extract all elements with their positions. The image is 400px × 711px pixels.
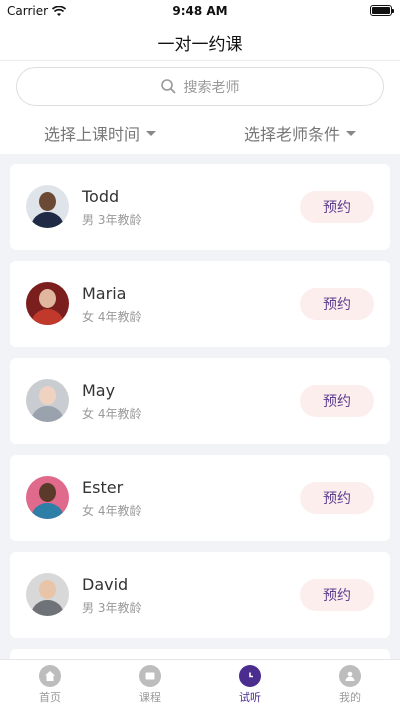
teacher-filter-dropdown[interactable]: 选择老师条件 xyxy=(244,121,357,145)
time-filter-label: 选择上课时间 xyxy=(44,125,141,144)
tab-mine[interactable]: 我的 xyxy=(300,660,400,711)
teacher-card[interactable]: Todd 男 3年教龄 预约 xyxy=(10,164,390,250)
avatar xyxy=(26,282,69,325)
teacher-card[interactable]: May 女 4年教龄 预约 xyxy=(10,358,390,444)
status-time: 9:48 AM xyxy=(172,4,228,18)
header-area: Carrier 9:48 AM 一对一约课 搜索老师 选择上课时间 选择老师条件 xyxy=(0,0,400,154)
battery-icon xyxy=(370,5,394,16)
teacher-name: Todd xyxy=(82,187,120,206)
teacher-list: Todd 男 3年教龄 预约 Maria 女 4年教龄 预约 May 女 4年教… xyxy=(10,164,390,672)
teacher-meta: 女 4年教龄 xyxy=(82,407,142,421)
teacher-name: David xyxy=(82,575,129,594)
search-icon xyxy=(160,79,176,94)
book-button[interactable]: 预约 xyxy=(300,288,374,320)
avatar xyxy=(26,185,69,228)
avatar xyxy=(26,573,69,616)
status-bar: Carrier 9:48 AM xyxy=(0,0,400,22)
nav-divider xyxy=(0,60,400,61)
tab-course[interactable]: 课程 xyxy=(100,660,200,711)
caret-down-icon xyxy=(346,130,357,136)
user-icon xyxy=(339,665,361,687)
filter-bar: 选择上课时间 选择老师条件 xyxy=(0,121,400,145)
home-icon xyxy=(39,665,61,687)
tab-home-label: 首页 xyxy=(39,691,61,704)
tab-bar: 首页 课程 试听 我的 xyxy=(0,659,400,711)
page-title: 一对一约课 xyxy=(157,35,243,55)
avatar xyxy=(26,476,69,519)
teacher-meta: 女 4年教龄 xyxy=(82,504,142,518)
caret-down-icon xyxy=(146,130,157,136)
tab-home[interactable]: 首页 xyxy=(0,660,100,711)
teacher-meta: 女 4年教龄 xyxy=(82,310,142,324)
teacher-card[interactable]: Ester 女 4年教龄 预约 xyxy=(10,455,390,541)
avatar xyxy=(26,379,69,422)
teacher-card[interactable]: Maria 女 4年教龄 预约 xyxy=(10,261,390,347)
teacher-name: Ester xyxy=(82,478,124,497)
search-placeholder: 搜索老师 xyxy=(183,79,240,96)
tab-mine-label: 我的 xyxy=(339,691,361,704)
teacher-filter-label: 选择老师条件 xyxy=(244,125,341,144)
clock-icon xyxy=(239,665,261,687)
search-input[interactable]: 搜索老师 xyxy=(16,67,384,106)
tab-trial[interactable]: 试听 xyxy=(200,660,300,711)
teacher-meta: 男 3年教龄 xyxy=(82,601,142,615)
teacher-card[interactable]: David 男 3年教龄 预约 xyxy=(10,552,390,638)
book-button[interactable]: 预约 xyxy=(300,191,374,223)
teacher-name: Maria xyxy=(82,284,127,303)
book-button[interactable]: 预约 xyxy=(300,385,374,417)
tab-trial-label: 试听 xyxy=(239,691,261,704)
course-icon xyxy=(139,665,161,687)
tab-course-label: 课程 xyxy=(139,691,161,704)
time-filter-dropdown[interactable]: 选择上课时间 xyxy=(44,121,157,145)
book-button[interactable]: 预约 xyxy=(300,482,374,514)
book-button[interactable]: 预约 xyxy=(300,579,374,611)
teacher-name: May xyxy=(82,381,116,400)
teacher-meta: 男 3年教龄 xyxy=(82,213,142,227)
